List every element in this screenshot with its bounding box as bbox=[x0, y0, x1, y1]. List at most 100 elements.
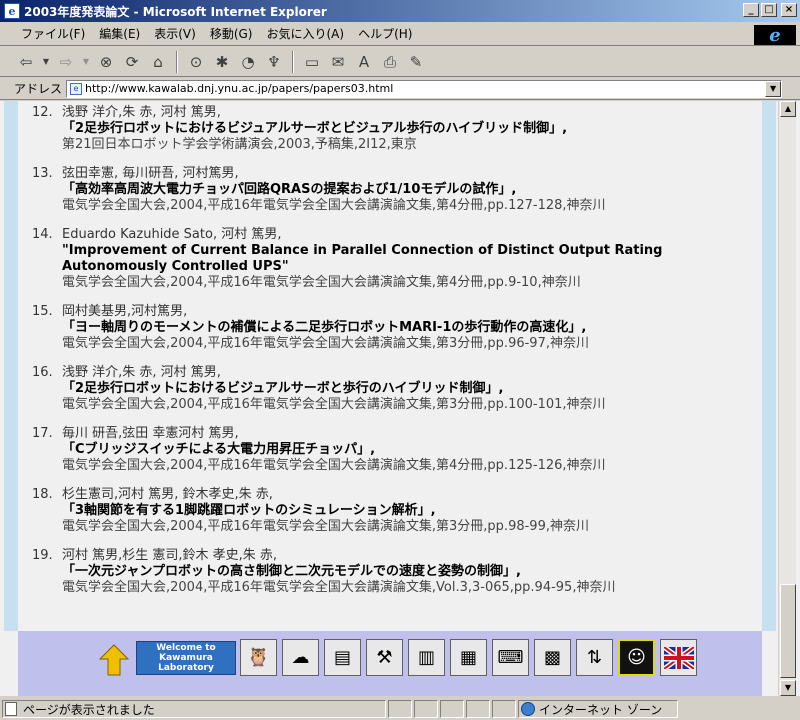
paper-title: 「一次元ジャンプロボットの高さ制御と二次元モデルでの速度と姿勢の制御」, bbox=[62, 564, 521, 579]
paper-authors: 毎川 研吾,弦田 幸憲河村 篤男, bbox=[62, 426, 239, 441]
menu-help[interactable]: ヘルプ(H) bbox=[351, 23, 419, 44]
status-cell bbox=[492, 700, 516, 718]
history-icon[interactable]: ◔ bbox=[236, 50, 260, 74]
paper-authors: 杉生憲司,河村 篤男, 鈴木孝史,朱 赤, bbox=[62, 487, 273, 502]
paper-authors: Eduardo Kazuhide Sato, 河村 篤男, bbox=[62, 227, 282, 242]
back-dropdown-icon[interactable]: ▼ bbox=[40, 50, 52, 74]
favorites-icon[interactable]: ✱ bbox=[210, 50, 234, 74]
scroll-thumb[interactable] bbox=[780, 584, 796, 678]
address-url[interactable]: http://www.kawalab.dnj.ynu.ac.jp/papers/… bbox=[85, 82, 393, 95]
status-bar: ページが表示されました インターネット ゾーン bbox=[0, 698, 800, 720]
forward-arrow-icon[interactable]: ⇨ bbox=[54, 50, 78, 74]
paper-venue: 電気学会全国大会,2004,平成16年電気学会全国大会講演論文集,Vol.3,3… bbox=[62, 580, 616, 595]
menu-file[interactable]: ファイル(F) bbox=[14, 23, 92, 44]
tools-icon[interactable]: ⚒ bbox=[366, 639, 403, 676]
uk-flag-icon[interactable] bbox=[660, 639, 697, 676]
keyboard-icon[interactable]: ⌨ bbox=[492, 639, 529, 676]
paper-number: 18. bbox=[32, 487, 53, 502]
status-cell bbox=[440, 700, 464, 718]
paper-venue: 電気学会全国大会,2004,平成16年電気学会全国大会講演論文集,第4分冊,pp… bbox=[62, 275, 581, 290]
status-message-cell: ページが表示されました bbox=[2, 700, 386, 718]
ie-app-icon[interactable]: e bbox=[4, 3, 20, 19]
toolbar-separator bbox=[292, 50, 294, 73]
ie-logo: e bbox=[754, 24, 796, 46]
paper-authors: 河村 篤男,杉生 憲司,鈴木 孝史,朱 赤, bbox=[62, 548, 278, 563]
security-zone: インターネット ゾーン bbox=[539, 702, 663, 717]
page-icon: e bbox=[70, 82, 83, 95]
status-cell bbox=[388, 700, 412, 718]
paper-item: 13. 弦田幸憲, 毎川研吾, 河村篤男, 「高効率高周波大電力チョッパ回路QR… bbox=[18, 166, 762, 214]
mail-icon[interactable]: ✉ bbox=[326, 50, 350, 74]
globe-icon bbox=[521, 702, 535, 716]
chart-icon[interactable]: ▤ bbox=[324, 639, 361, 676]
paper-title: 「ヨー軸周りのモーメントの補償による二足歩行ロボットMARI-1の歩行動作の高速… bbox=[62, 320, 587, 335]
menu-view[interactable]: 表示(V) bbox=[147, 23, 203, 44]
scroll-down-icon[interactable]: ▼ bbox=[780, 680, 796, 696]
books-icon[interactable]: ▥ bbox=[408, 639, 445, 676]
ie-logo-icon: e bbox=[769, 24, 781, 46]
security-zone-cell: インターネット ゾーン bbox=[518, 700, 678, 718]
status-message: ページが表示されました bbox=[23, 702, 155, 717]
address-dropdown-icon[interactable]: ▼ bbox=[765, 80, 782, 97]
fullscreen-icon[interactable]: ▭ bbox=[300, 50, 324, 74]
refresh-icon[interactable]: ⟳ bbox=[120, 50, 144, 74]
paper-item: 17. 毎川 研吾,弦田 幸憲河村 篤男, 「Cブリッジスイッチによる大電力用昇… bbox=[18, 426, 762, 474]
back-arrow-icon[interactable]: ⇦ bbox=[14, 50, 38, 74]
signpost-icon[interactable]: ⇅ bbox=[576, 639, 613, 676]
map-icon[interactable]: ▩ bbox=[534, 639, 571, 676]
address-label: アドレス bbox=[14, 82, 63, 96]
paper-title: 「2足歩行ロボットにおけるビジュアルサーボと歩行のハイブリッド制御」, bbox=[62, 381, 504, 396]
paper-number: 14. bbox=[32, 227, 53, 242]
brain-icon[interactable]: ☁ bbox=[282, 639, 319, 676]
toolbar-separator bbox=[176, 50, 178, 73]
forward-dropdown-icon[interactable]: ▼ bbox=[80, 50, 92, 74]
owl-icon[interactable]: 🦉 bbox=[240, 639, 277, 676]
lab-banner[interactable]: Welcome to Kawamura Laboratory bbox=[136, 641, 236, 675]
font-size-icon[interactable]: A bbox=[352, 50, 376, 74]
vertical-scrollbar[interactable]: ▲ ▼ bbox=[778, 101, 796, 696]
page-loaded-icon bbox=[5, 702, 17, 716]
menu-go[interactable]: 移動(G) bbox=[203, 23, 260, 44]
content-area: 12. 浅野 洋介,朱 赤, 河村 篤男, 「2足歩行ロボットにおけるビジュアル… bbox=[0, 101, 800, 696]
stop-icon[interactable]: ⊗ bbox=[94, 50, 118, 74]
title-bar: e 2003年度発表論文 - Microsoft Internet Explor… bbox=[0, 0, 800, 22]
channels-icon[interactable]: ♆ bbox=[262, 50, 286, 74]
address-input[interactable]: e http://www.kawalab.dnj.ynu.ac.jp/paper… bbox=[66, 79, 783, 98]
paper-authors: 弦田幸憲, 毎川研吾, 河村篤男, bbox=[62, 166, 239, 181]
edit-icon[interactable]: ✎ bbox=[404, 50, 428, 74]
window-controls: _ □ × bbox=[743, 3, 797, 17]
person-icon[interactable]: ☺ bbox=[618, 639, 655, 676]
paper-venue: 電気学会全国大会,2004,平成16年電気学会全国大会講演論文集,第4分冊,pp… bbox=[62, 198, 606, 213]
paper-number: 13. bbox=[32, 166, 53, 181]
up-arrow-icon[interactable] bbox=[98, 643, 130, 677]
paper-venue: 電気学会全国大会,2004,平成16年電気学会全国大会講演論文集,第4分冊,pp… bbox=[62, 458, 606, 473]
paper-list: 12. 浅野 洋介,朱 赤, 河村 篤男, 「2足歩行ロボットにおけるビジュアル… bbox=[18, 105, 762, 609]
status-cell bbox=[414, 700, 438, 718]
menu-favorites[interactable]: お気に入り(A) bbox=[259, 23, 351, 44]
paper-title: 「高効率高周波大電力チョッパ回路QRASの提案および1/10モデルの試作」, bbox=[62, 182, 517, 197]
paper-authors: 浅野 洋介,朱 赤, 河村 篤男, bbox=[62, 105, 221, 120]
window-title: 2003年度発表論文 - Microsoft Internet Explorer bbox=[24, 4, 327, 19]
paper-number: 12. bbox=[32, 105, 53, 120]
scroll-up-icon[interactable]: ▲ bbox=[780, 101, 796, 117]
paper-item: 19. 河村 篤男,杉生 憲司,鈴木 孝史,朱 赤, 「一次元ジャンプロボットの… bbox=[18, 548, 762, 596]
print-icon[interactable]: ⎙ bbox=[378, 50, 402, 74]
menu-edit[interactable]: 編集(E) bbox=[92, 23, 147, 44]
left-decoration bbox=[4, 101, 18, 631]
address-bar: アドレス e http://www.kawalab.dnj.ynu.ac.jp/… bbox=[0, 78, 800, 100]
paper-item: 15. 岡村美基男,河村篤男, 「ヨー軸周りのモーメントの補償による二足歩行ロボ… bbox=[18, 304, 762, 352]
toolbar: ⇦ ▼ ⇨ ▼ ⊗ ⟳ ⌂ ⊙ ✱ ◔ ♆ ▭ ✉ A ⎙ ✎ bbox=[0, 47, 800, 77]
minimize-button[interactable]: _ bbox=[743, 3, 759, 17]
close-button[interactable]: × bbox=[781, 3, 797, 17]
paper-number: 15. bbox=[32, 304, 53, 319]
paper-venue: 電気学会全国大会,2004,平成16年電気学会全国大会講演論文集,第3分冊,pp… bbox=[62, 519, 589, 534]
paper-venue: 第21回日本ロボット学会学術講演会,2003,予稿集,2I12,東京 bbox=[62, 137, 417, 152]
paper-title: 「Cブリッジスイッチによる大電力用昇圧チョッパ」, bbox=[62, 442, 376, 457]
menu-bar: ファイル(F) 編集(E) 表示(V) 移動(G) お気に入り(A) ヘルプ(H… bbox=[0, 22, 800, 46]
home-icon[interactable]: ⌂ bbox=[146, 50, 170, 74]
maximize-button[interactable]: □ bbox=[761, 3, 777, 17]
search-icon[interactable]: ⊙ bbox=[184, 50, 208, 74]
cabinet-icon[interactable]: ▦ bbox=[450, 639, 487, 676]
paper-item: 14. Eduardo Kazuhide Sato, 河村 篤男, "Impro… bbox=[18, 227, 762, 291]
paper-venue: 電気学会全国大会,2004,平成16年電気学会全国大会講演論文集,第3分冊,pp… bbox=[62, 336, 589, 351]
